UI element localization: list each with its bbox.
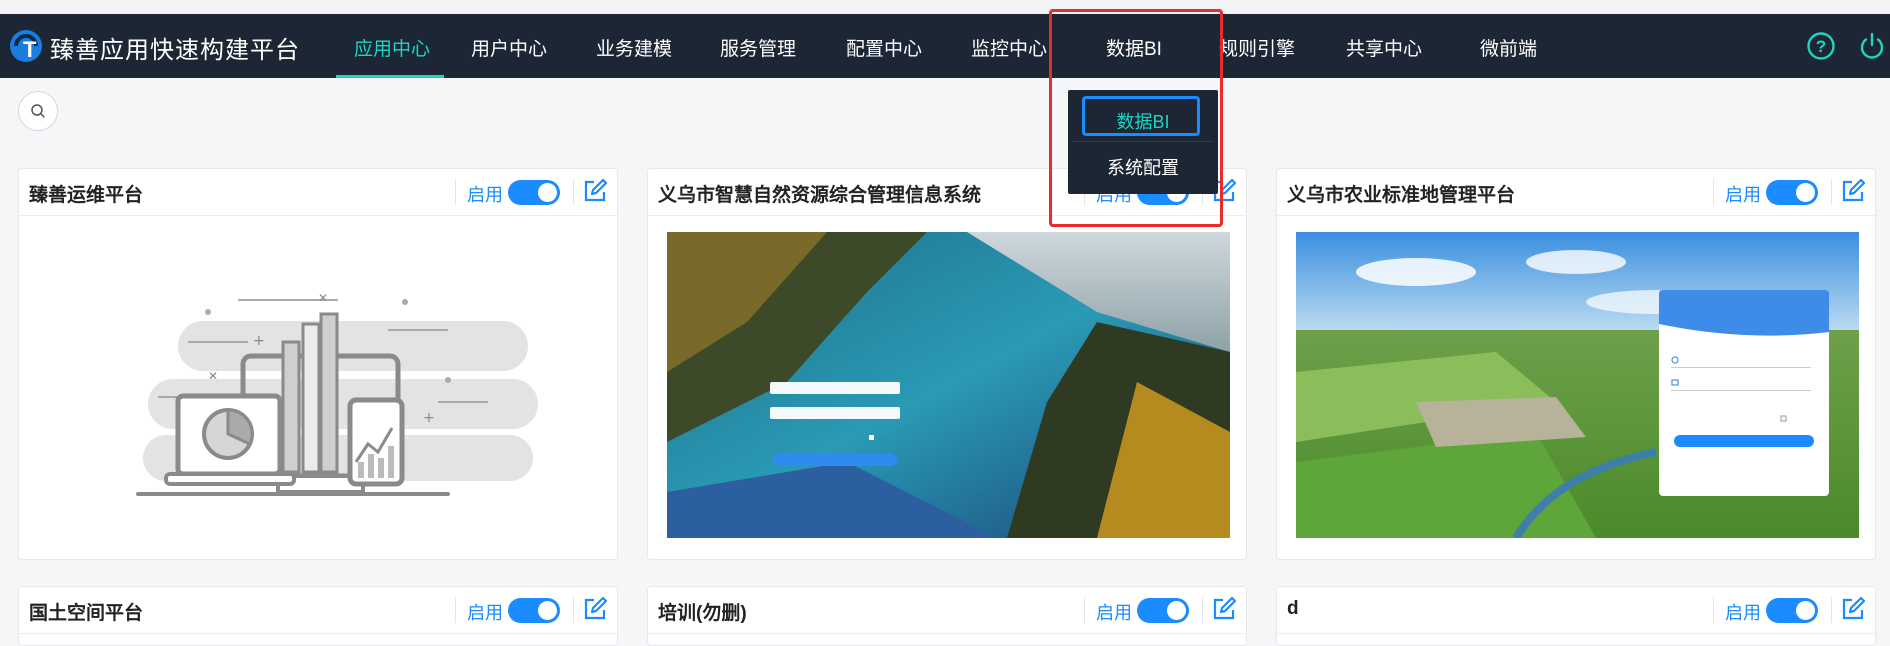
card-header: 培训(勿删) 启用 bbox=[648, 587, 1246, 634]
divider bbox=[455, 179, 456, 205]
nav-monitor-center[interactable]: 监控中心 bbox=[971, 34, 1047, 61]
search-icon bbox=[31, 104, 45, 118]
divider bbox=[1831, 179, 1832, 205]
nav-micro-frontend[interactable]: 微前端 bbox=[1480, 34, 1537, 61]
divider bbox=[1084, 597, 1085, 623]
edit-icon[interactable] bbox=[582, 596, 608, 622]
divider bbox=[455, 597, 456, 623]
svg-text:+: + bbox=[253, 333, 265, 349]
power-icon[interactable] bbox=[1857, 31, 1887, 61]
svg-text:✕: ✕ bbox=[318, 291, 328, 305]
dropdown-item-data-bi[interactable]: 数据BI bbox=[1068, 108, 1218, 134]
active-tab-indicator bbox=[336, 75, 444, 78]
divider bbox=[1713, 597, 1714, 623]
edit-icon[interactable] bbox=[1211, 596, 1237, 622]
card-header: 臻善运维平台 启用 bbox=[19, 169, 617, 216]
svg-text:✕: ✕ bbox=[208, 369, 218, 383]
card-title: 义乌市智慧自然资源综合管理信息系统 bbox=[658, 185, 982, 206]
app-card: 义乌市智慧自然资源综合管理信息系统 启用 bbox=[647, 168, 1247, 560]
enable-toggle[interactable] bbox=[508, 598, 560, 623]
divider bbox=[1202, 597, 1203, 623]
search-button[interactable] bbox=[18, 91, 58, 131]
app-card: 臻善运维平台 启用 ✕ ✕ + + bbox=[18, 168, 618, 560]
dropdown-item-system-config[interactable]: 系统配置 bbox=[1068, 154, 1218, 180]
nav-share-center[interactable]: 共享中心 bbox=[1346, 34, 1422, 61]
svg-text:?: ? bbox=[1816, 37, 1826, 56]
edit-icon[interactable] bbox=[1840, 178, 1866, 204]
enable-toggle[interactable] bbox=[1137, 598, 1189, 623]
card-title: 国土空间平台 bbox=[29, 603, 144, 624]
dropdown-divider bbox=[1072, 141, 1214, 142]
enable-toggle[interactable] bbox=[1766, 598, 1818, 623]
app-card: d 启用 bbox=[1276, 586, 1876, 646]
devices-illustration: ✕ ✕ + + bbox=[38, 232, 601, 538]
enable-label: 启用 bbox=[467, 603, 503, 623]
nav-user-center[interactable]: 用户中心 bbox=[471, 34, 547, 61]
farmland-login-thumbnail bbox=[1296, 232, 1859, 538]
app-card: 义乌市农业标准地管理平台 启用 bbox=[1276, 168, 1876, 560]
card-title: 臻善运维平台 bbox=[29, 185, 144, 206]
card-header: 义乌市农业标准地管理平台 启用 bbox=[1277, 169, 1875, 216]
browser-top-strip bbox=[0, 0, 1890, 14]
svg-text:+: + bbox=[423, 410, 435, 426]
card-title: 培训(勿删) bbox=[658, 603, 747, 624]
divider bbox=[573, 597, 574, 623]
card-header: 国土空间平台 启用 bbox=[19, 587, 617, 634]
nav-business-modeling[interactable]: 业务建模 bbox=[596, 34, 672, 61]
edit-icon[interactable] bbox=[582, 178, 608, 204]
enable-label: 启用 bbox=[1725, 603, 1761, 623]
nav-data-bi[interactable]: 数据BI bbox=[1106, 34, 1162, 61]
divider bbox=[1831, 597, 1832, 623]
enable-label: 启用 bbox=[1096, 603, 1132, 623]
nav-app-center[interactable]: 应用中心 bbox=[354, 34, 430, 61]
nav-rule-engine[interactable]: 规则引擎 bbox=[1219, 34, 1295, 61]
svg-text:T: T bbox=[23, 37, 37, 62]
enable-label: 启用 bbox=[467, 185, 503, 205]
edit-icon[interactable] bbox=[1840, 596, 1866, 622]
enable-label: 启用 bbox=[1725, 185, 1761, 205]
nav-config-center[interactable]: 配置中心 bbox=[846, 34, 922, 61]
logo-icon: T bbox=[10, 30, 42, 62]
enable-toggle[interactable] bbox=[508, 180, 560, 205]
data-bi-dropdown: 数据BI 系统配置 bbox=[1068, 90, 1218, 194]
divider bbox=[573, 179, 574, 205]
app-card: 培训(勿删) 启用 bbox=[647, 586, 1247, 646]
card-header: d 启用 bbox=[1277, 587, 1875, 634]
divider bbox=[1713, 179, 1714, 205]
help-icon[interactable]: ? bbox=[1806, 31, 1836, 61]
lake-login-thumbnail bbox=[667, 232, 1230, 538]
card-title: 义乌市农业标准地管理平台 bbox=[1287, 185, 1516, 206]
top-navbar: T 臻善应用快速构建平台 应用中心 用户中心 业务建模 服务管理 配置中心 监控… bbox=[0, 14, 1890, 78]
nav-service-management[interactable]: 服务管理 bbox=[720, 34, 796, 61]
app-card: 国土空间平台 启用 bbox=[18, 586, 618, 646]
enable-toggle[interactable] bbox=[1766, 180, 1818, 205]
platform-title: 臻善应用快速构建平台 bbox=[50, 37, 300, 64]
card-title: d bbox=[1287, 598, 1299, 619]
